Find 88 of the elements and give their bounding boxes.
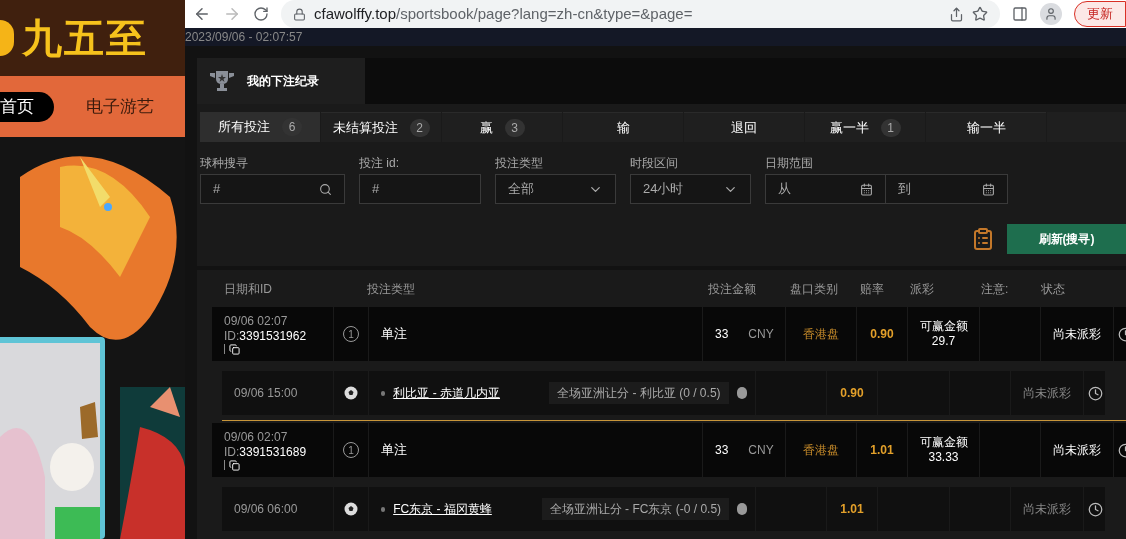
input-field[interactable]: # (359, 174, 481, 204)
payout-label: 可赢金额 (919, 435, 968, 450)
filter-tab[interactable]: 退回 (684, 112, 804, 142)
odds: 0.90 (840, 385, 864, 402)
bet-id: ID:3391531962 (224, 328, 308, 344)
payout-amount: 33.33 (928, 450, 959, 465)
side-panel-icon[interactable] (1012, 6, 1028, 22)
payout-label: 可赢金额 (919, 319, 968, 334)
column-header: 日期和ID (223, 280, 273, 298)
lock-icon (293, 7, 306, 21)
match-link[interactable]: FC东京 - 福冈黄蜂 (393, 500, 534, 518)
timestamp: 2023/09/06 - 02:07:57 (185, 29, 303, 46)
filter-tab[interactable]: 赢 3 (442, 112, 562, 142)
share-icon[interactable] (949, 6, 964, 22)
date-field[interactable]: 从 (765, 174, 886, 204)
bet-type: 单注 (381, 441, 407, 460)
calendar-icon (982, 182, 995, 196)
market-type: 香港盘 (803, 442, 839, 459)
selection-tag: 全场亚洲让分 - 利比亚 (0 / 0.5) (549, 382, 729, 404)
bet-date: 09/06 02:07 (224, 313, 289, 329)
nav-tab[interactable]: 首页 (0, 91, 54, 122)
filter-tab[interactable]: 赢一半 1 (805, 112, 925, 142)
select-field[interactable]: 24小时 (630, 174, 751, 204)
count-badge: 1 (880, 118, 901, 137)
filter-label: 投注类型 (495, 155, 544, 170)
column-header: 赔率 (859, 280, 885, 298)
clock-icon (1088, 501, 1103, 517)
date-field[interactable]: 到 (886, 174, 1008, 204)
column-header: 投注类型 (367, 280, 416, 298)
selection-tag: 全场亚洲让分 - FC东京 (-0 / 0.5) (541, 498, 730, 520)
leg-status: 尚未派彩 (1023, 385, 1071, 402)
filter-label: 投注 id: (359, 155, 400, 170)
search-field[interactable]: # (200, 174, 345, 204)
refresh-button[interactable]: 刷新(搜寻) (1007, 224, 1126, 254)
match-time: 09/06 06:00 (234, 501, 298, 518)
copy-icon[interactable] (229, 459, 240, 471)
star-icon[interactable] (972, 6, 988, 22)
count-badge: 3 (504, 118, 525, 137)
odds: 1.01 (870, 442, 894, 459)
column-header: 盘口类别 (789, 280, 839, 298)
nav-tab[interactable]: 电子游艺 (82, 91, 158, 122)
search-icon (319, 182, 332, 196)
trophy-icon (209, 70, 235, 92)
match-link[interactable]: 利比亚 - 赤道几内亚 (393, 384, 542, 402)
profile-icon[interactable] (1040, 3, 1062, 25)
column-header: 注意: (980, 280, 1010, 298)
bet-date: 09/06 02:07 (224, 429, 289, 445)
bet-status: 尚未派彩 (1053, 326, 1101, 343)
filter-label: 球种搜寻 (200, 155, 249, 170)
back-icon[interactable] (193, 5, 211, 23)
copy-icon[interactable] (229, 343, 240, 355)
market-type: 香港盘 (803, 326, 839, 343)
count-badge: 2 (409, 118, 430, 137)
filter-tab[interactable]: 未结算投注 2 (321, 112, 441, 142)
filter-tab[interactable]: 所有投注 6 (200, 112, 320, 142)
url-text: cfawolffy.top/sportsbook/page?lang=zh-cn&type=&page= (314, 3, 693, 24)
count-badge: 6 (282, 118, 302, 136)
bet-status: 尚未派彩 (1053, 442, 1101, 459)
soccer-ball-icon (344, 386, 358, 400)
reload-icon[interactable] (253, 6, 269, 22)
bet-amount: 33 (715, 442, 729, 459)
update-button[interactable]: 更新 (1074, 1, 1126, 27)
soccer-ball-icon (344, 502, 358, 516)
filter-tab[interactable]: 输 (563, 112, 683, 142)
column-header: 状态 (1040, 280, 1066, 298)
clock-icon (1088, 385, 1103, 401)
payout-amount: 29.7 (931, 334, 956, 349)
filter-label: 时段区间 (630, 155, 679, 170)
currency: CNY (748, 442, 774, 459)
column-header: 派彩 (909, 280, 935, 298)
bet-amount: 33 (715, 326, 729, 343)
odds: 0.90 (870, 326, 894, 343)
filter-tab[interactable]: 输一半 (926, 112, 1046, 142)
section-tab[interactable]: 我的下注纪录 (197, 58, 365, 104)
currency: CNY (748, 326, 774, 343)
odds: 1.01 (840, 501, 864, 518)
bet-id: ID:3391531689 (224, 444, 308, 460)
select-field[interactable]: 全部 (495, 174, 616, 204)
site-logo: 九五至 (22, 18, 148, 58)
calendar-icon (860, 182, 873, 196)
filter-label: 日期范围 (765, 155, 814, 170)
address-bar[interactable]: cfawolffy.top/sportsbook/page?lang=zh-cn&type=&page= (281, 0, 1000, 28)
leg-status: 尚未派彩 (1023, 501, 1071, 518)
column-header: 投注金额 (707, 280, 757, 298)
clipboard-icon[interactable] (971, 227, 995, 251)
coin-icon (0, 20, 14, 56)
match-time: 09/06 15:00 (234, 385, 298, 402)
bet-type: 单注 (381, 325, 407, 344)
